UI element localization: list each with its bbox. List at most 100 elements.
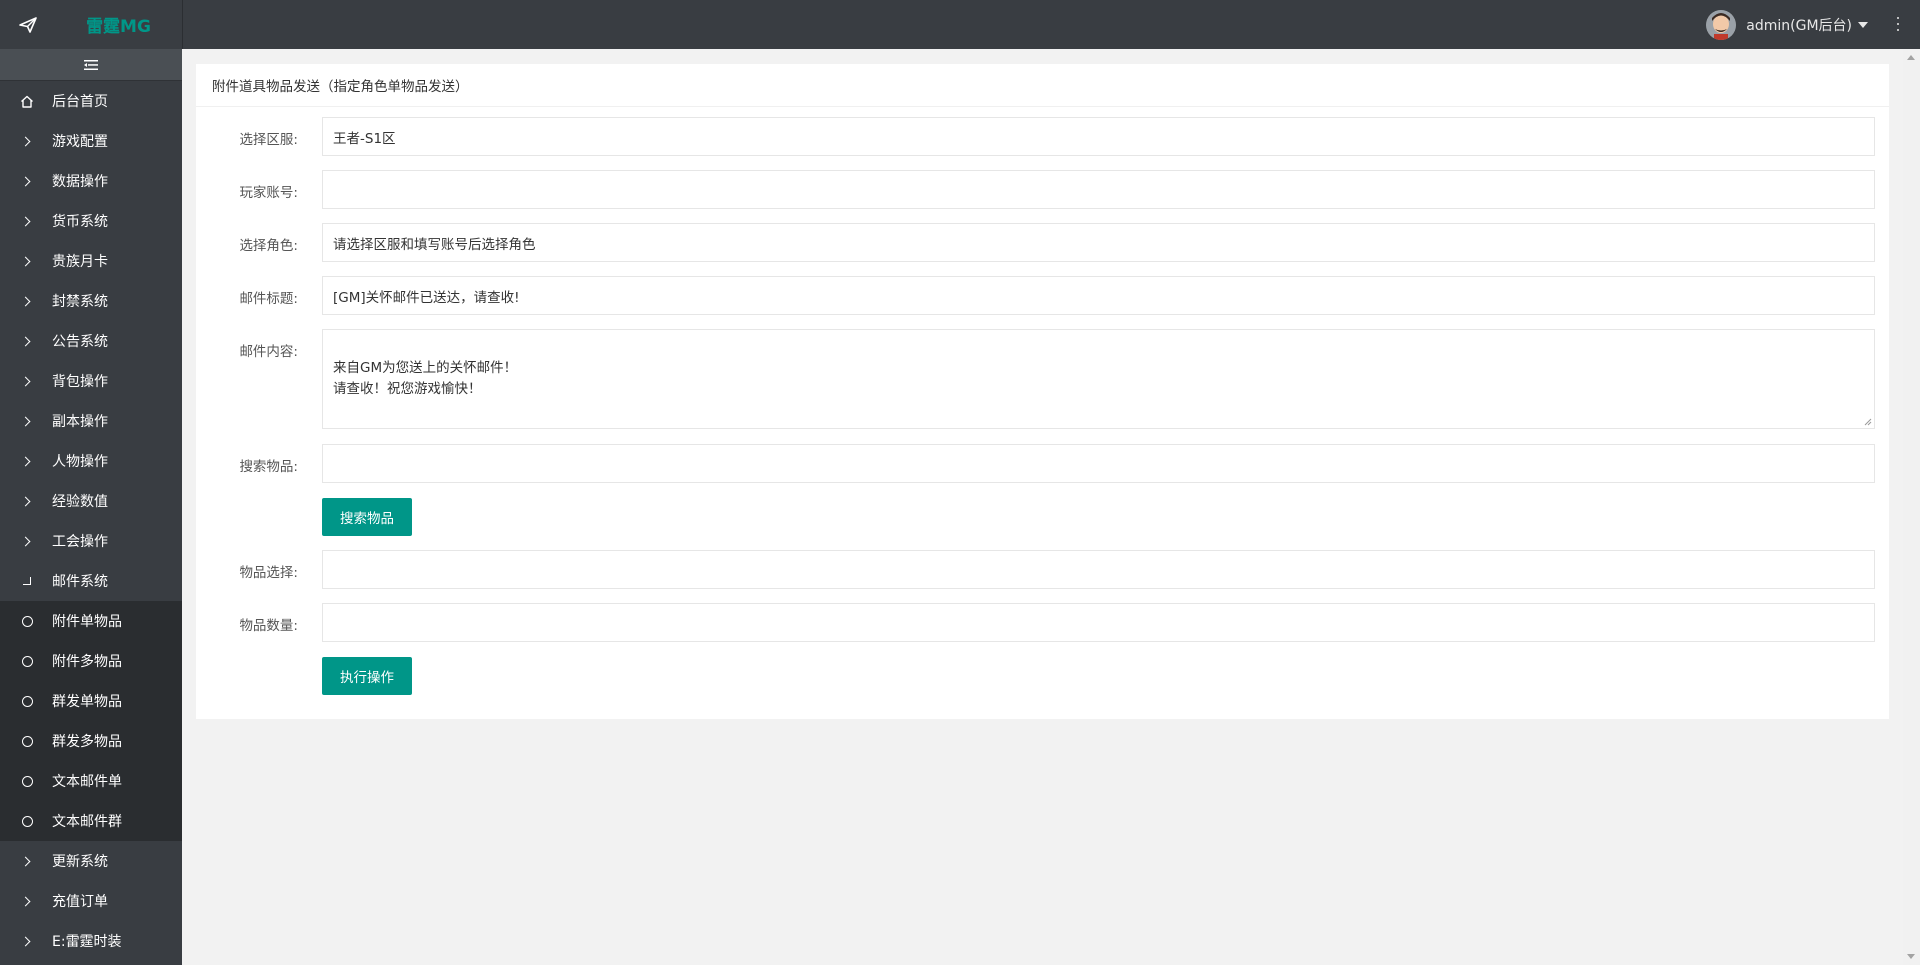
sidebar-item[interactable]: 充值订单 bbox=[0, 881, 182, 921]
sidebar-item[interactable]: 工会操作 bbox=[0, 521, 182, 561]
sidebar-item-label: 人物操作 bbox=[52, 454, 108, 470]
chevron-right-icon bbox=[20, 334, 34, 348]
sidebar-item-label: 群发多物品 bbox=[52, 734, 122, 750]
chevron-right-icon bbox=[20, 174, 34, 188]
server-label: 选择区服: bbox=[239, 132, 298, 148]
mail-title-label: 邮件标题: bbox=[239, 291, 298, 307]
mail-content-textarea[interactable]: 来自GM为您送上的关怀邮件！ 请查收！祝您游戏愉快！ bbox=[322, 329, 1875, 429]
chevron-right-icon bbox=[20, 454, 34, 468]
circle-icon bbox=[20, 774, 34, 788]
sidebar-item-label: 文本邮件单 bbox=[52, 774, 122, 790]
caret-down-icon bbox=[1858, 21, 1868, 28]
sidebar-item-label: 工会操作 bbox=[52, 534, 108, 550]
menu-collapse-icon bbox=[84, 59, 98, 70]
sidebar-item-label: 游戏配置 bbox=[52, 134, 108, 150]
chevron-right-icon bbox=[20, 254, 34, 268]
scroll-down-arrow-icon[interactable] bbox=[1907, 954, 1915, 959]
circle-icon bbox=[20, 694, 34, 708]
avatar bbox=[1706, 9, 1737, 40]
chevron-right-icon bbox=[20, 494, 34, 508]
scroll-up-arrow-icon[interactable] bbox=[1907, 55, 1915, 60]
sidebar-item-label: 文本邮件群 bbox=[52, 814, 122, 830]
sidebar: 后台首页游戏配置数据操作货币系统贵族月卡封禁系统公告系统背包操作副本操作人物操作… bbox=[0, 49, 182, 965]
paper-plane-icon[interactable] bbox=[0, 0, 55, 49]
sidebar-item[interactable]: 后台首页 bbox=[0, 81, 182, 121]
chevron-right-icon bbox=[20, 894, 34, 908]
sidebar-item-label: 后台首页 bbox=[52, 94, 108, 110]
sidebar-item-label: 副本操作 bbox=[52, 414, 108, 430]
chevron-right-icon bbox=[20, 294, 34, 308]
chevron-right-icon bbox=[20, 414, 34, 428]
execute-button[interactable]: 执行操作 bbox=[322, 657, 412, 695]
card-title: 附件道具物品发送（指定角色单物品发送） bbox=[196, 64, 1889, 107]
sidebar-item-label: 充值订单 bbox=[52, 894, 108, 910]
role-select[interactable]: 请选择区服和填写账号后选择角色 bbox=[322, 223, 1875, 262]
sidebar-item[interactable]: 邮件系统 bbox=[0, 561, 182, 601]
sidebar-item-label: 贵族月卡 bbox=[52, 254, 108, 270]
logo-divider bbox=[182, 0, 183, 49]
sidebar-item[interactable]: 数据操作 bbox=[0, 161, 182, 201]
mail-title-input[interactable]: [GM]关怀邮件已送达，请查收! bbox=[322, 276, 1875, 315]
sidebar-item[interactable]: 游戏配置 bbox=[0, 121, 182, 161]
home-icon bbox=[20, 94, 34, 108]
sidebar-item[interactable]: 更新系统 bbox=[0, 841, 182, 881]
chevron-right-icon bbox=[20, 134, 34, 148]
circle-icon bbox=[20, 814, 34, 828]
sidebar-item-label: 更新系统 bbox=[52, 854, 108, 870]
item-qty-input[interactable] bbox=[322, 603, 1875, 642]
account-input[interactable] bbox=[322, 170, 1875, 209]
sidebar-item[interactable]: 群发单物品 bbox=[0, 681, 182, 721]
sidebar-item-label: 背包操作 bbox=[52, 374, 108, 390]
content-scrollbar[interactable] bbox=[1903, 49, 1920, 965]
sidebar-item[interactable]: 文本邮件单 bbox=[0, 761, 182, 801]
top-header: 雷霆MG admin(GM后台) bbox=[0, 0, 1920, 49]
sidebar-item-label: 经验数值 bbox=[52, 494, 108, 510]
chevron-right-icon bbox=[20, 534, 34, 548]
sidebar-item[interactable]: E:雷霆时装 bbox=[0, 921, 182, 961]
sidebar-item[interactable]: 文本邮件群 bbox=[0, 801, 182, 841]
sidebar-item[interactable]: 人物操作 bbox=[0, 441, 182, 481]
chevron-right-icon bbox=[20, 214, 34, 228]
search-item-button[interactable]: 搜索物品 bbox=[322, 498, 412, 536]
sidebar-nav: 后台首页游戏配置数据操作货币系统贵族月卡封禁系统公告系统背包操作副本操作人物操作… bbox=[0, 81, 182, 961]
circle-icon bbox=[20, 654, 34, 668]
sidebar-item-label: 货币系统 bbox=[52, 214, 108, 230]
user-menu[interactable]: admin(GM后台) bbox=[1706, 0, 1868, 49]
circle-icon bbox=[20, 614, 34, 628]
role-label: 选择角色: bbox=[239, 238, 298, 254]
sidebar-item[interactable]: 附件多物品 bbox=[0, 641, 182, 681]
sidebar-item[interactable]: 附件单物品 bbox=[0, 601, 182, 641]
user-name: admin(GM后台) bbox=[1746, 17, 1852, 34]
resize-grip-icon[interactable] bbox=[1864, 418, 1872, 426]
circle-icon bbox=[20, 734, 34, 748]
more-vertical-icon[interactable] bbox=[1896, 17, 1900, 31]
sidebar-item[interactable]: 封禁系统 bbox=[0, 281, 182, 321]
item-select[interactable] bbox=[322, 550, 1875, 589]
sidebar-item[interactable]: 背包操作 bbox=[0, 361, 182, 401]
search-item-input[interactable] bbox=[322, 444, 1875, 483]
sidebar-item[interactable]: 公告系统 bbox=[0, 321, 182, 361]
server-select[interactable]: 王者-S1区 bbox=[322, 117, 1875, 156]
sidebar-item-label: 附件多物品 bbox=[52, 654, 122, 670]
sidebar-item-label: 附件单物品 bbox=[52, 614, 122, 630]
mail-content-text: 来自GM为您送上的关怀邮件！ 请查收！祝您游戏愉快！ bbox=[333, 360, 518, 397]
sidebar-toggle-button[interactable] bbox=[0, 49, 182, 81]
sidebar-item-label: 数据操作 bbox=[52, 174, 108, 190]
chevron-right-icon bbox=[20, 374, 34, 388]
sidebar-item[interactable]: 经验数值 bbox=[0, 481, 182, 521]
sidebar-item-label: 邮件系统 bbox=[52, 574, 108, 590]
sidebar-item-label: E:雷霆时装 bbox=[52, 934, 122, 950]
chevron-right-icon bbox=[20, 934, 34, 948]
item-qty-label: 物品数量: bbox=[239, 618, 298, 634]
expanded-corner-icon bbox=[20, 574, 34, 588]
account-label: 玩家账号: bbox=[239, 185, 298, 201]
sidebar-item[interactable]: 副本操作 bbox=[0, 401, 182, 441]
item-select-label: 物品选择: bbox=[239, 565, 298, 581]
sidebar-item[interactable]: 贵族月卡 bbox=[0, 241, 182, 281]
sidebar-item-label: 公告系统 bbox=[52, 334, 108, 350]
mail-form-card: 附件道具物品发送（指定角色单物品发送） 选择区服: 王者-S1区 玩家账号: 选… bbox=[196, 64, 1889, 719]
app-logo-text: 雷霆MG bbox=[86, 17, 151, 37]
sidebar-item[interactable]: 货币系统 bbox=[0, 201, 182, 241]
sidebar-item-label: 封禁系统 bbox=[52, 294, 108, 310]
sidebar-item[interactable]: 群发多物品 bbox=[0, 721, 182, 761]
